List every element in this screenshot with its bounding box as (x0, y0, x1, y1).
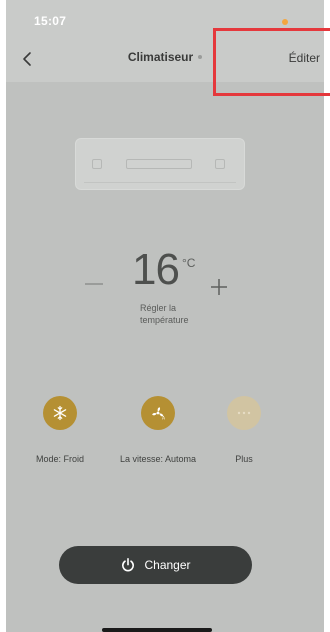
more-icon (237, 411, 251, 415)
air-conditioner-illustration (75, 138, 245, 190)
svg-text:A: A (162, 416, 166, 422)
home-indicator[interactable] (102, 628, 212, 632)
app-screen: 15:07 Climatiseur Éditer 16 °C Régler la… (6, 0, 324, 632)
more-control[interactable]: Plus (204, 396, 284, 464)
page-title: Climatiseur (127, 50, 194, 64)
title-status-dot (198, 55, 203, 59)
status-bar: 15:07 (6, 0, 324, 40)
power-icon (122, 557, 135, 572)
mode-control[interactable]: Mode: Froid (20, 396, 100, 464)
ac-vent-right (215, 159, 225, 169)
temperature-label: Régler la température (140, 302, 220, 326)
ac-display (126, 159, 192, 169)
more-label: Plus (235, 454, 253, 464)
nav-title-group: Climatiseur (6, 50, 324, 64)
power-toggle-button[interactable]: Changer (59, 546, 252, 584)
edit-button[interactable]: Éditer (289, 51, 320, 65)
increase-temperature-button[interactable] (206, 274, 232, 300)
temperature-label-line2: température (140, 315, 189, 325)
fan-speed-control[interactable]: A La vitesse: Automa (118, 396, 198, 464)
more-button[interactable] (227, 396, 261, 430)
ac-louver (84, 182, 236, 183)
fan-speed-button[interactable]: A (141, 396, 175, 430)
recording-indicator-icon (282, 19, 288, 25)
power-toggle-label: Changer (144, 558, 191, 572)
navbar: Climatiseur Éditer (6, 40, 324, 78)
fan-speed-label: La vitesse: Automa (119, 454, 197, 464)
snowflake-icon (53, 405, 67, 421)
temperature-value: 16 (132, 245, 180, 294)
mode-label: Mode: Froid (35, 454, 85, 464)
temperature-unit: °C (182, 256, 196, 270)
minus-icon (85, 283, 103, 285)
phone-screen: 15:07 Climatiseur Éditer 16 °C Régler la… (0, 0, 330, 632)
decrease-temperature-button[interactable] (84, 270, 104, 298)
temperature-label-line1: Régler la (140, 303, 177, 313)
plus-icon (211, 279, 227, 295)
status-time: 15:07 (34, 14, 67, 28)
ac-vent-left (92, 159, 102, 169)
frame-left (0, 0, 6, 632)
header: 15:07 Climatiseur Éditer (6, 0, 324, 82)
fan-icon: A (152, 407, 166, 422)
mode-button[interactable] (43, 396, 77, 430)
frame-right (324, 0, 330, 632)
